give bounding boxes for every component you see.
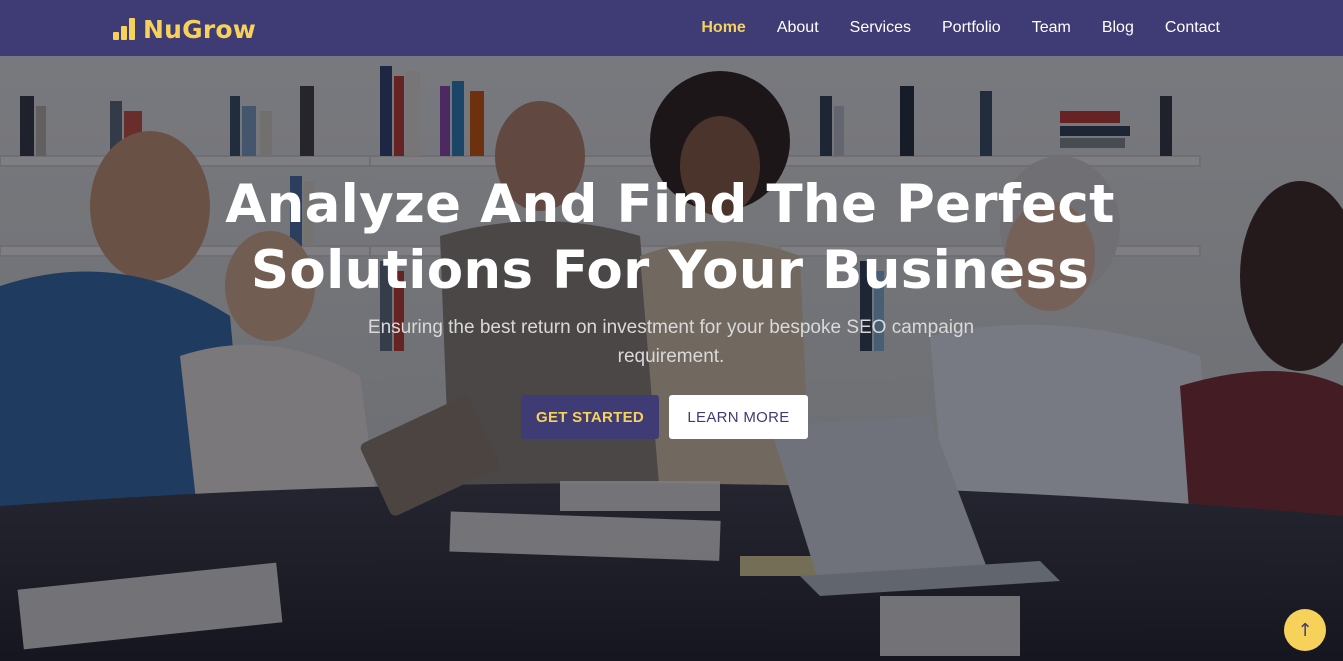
nav-item-team[interactable]: Team (1032, 19, 1071, 37)
main-nav: Home About Services Portfolio Team Blog … (670, 0, 1220, 56)
hero-title-line-1: Analyze And Find The Perfect (225, 174, 1115, 235)
nav-item-services[interactable]: Services (850, 19, 911, 37)
navbar: NuGrow Home About Services Portfolio Tea… (0, 0, 1343, 56)
get-started-button[interactable]: GET STARTED (521, 395, 659, 439)
hero-subtitle-line-2: requirement. (617, 346, 725, 367)
brand-logo[interactable]: NuGrow (113, 14, 256, 44)
hero-title: Analyze And Find The Perfect Solutions F… (140, 172, 1200, 304)
nav-item-portfolio[interactable]: Portfolio (942, 19, 1001, 37)
nav-item-home[interactable]: Home (701, 19, 745, 37)
scroll-to-top-button[interactable]: ↑ (1284, 609, 1326, 651)
arrow-up-icon: ↑ (1297, 619, 1313, 641)
learn-more-button[interactable]: LEARN MORE (669, 395, 808, 439)
hero-title-line-2: Solutions For Your Business (250, 240, 1090, 301)
hero-subtitle-line-1: Ensuring the best return on investment f… (367, 317, 975, 338)
hero-subtitle: Ensuring the best return on investment f… (321, 313, 1021, 371)
bar-chart-logo-icon (113, 18, 137, 40)
hero-section: Analyze And Find The Perfect Solutions F… (0, 56, 1343, 661)
brand-name: NuGrow (143, 14, 257, 44)
nav-item-contact[interactable]: Contact (1165, 19, 1220, 37)
nav-item-about[interactable]: About (777, 19, 819, 37)
nav-item-blog[interactable]: Blog (1102, 19, 1134, 37)
